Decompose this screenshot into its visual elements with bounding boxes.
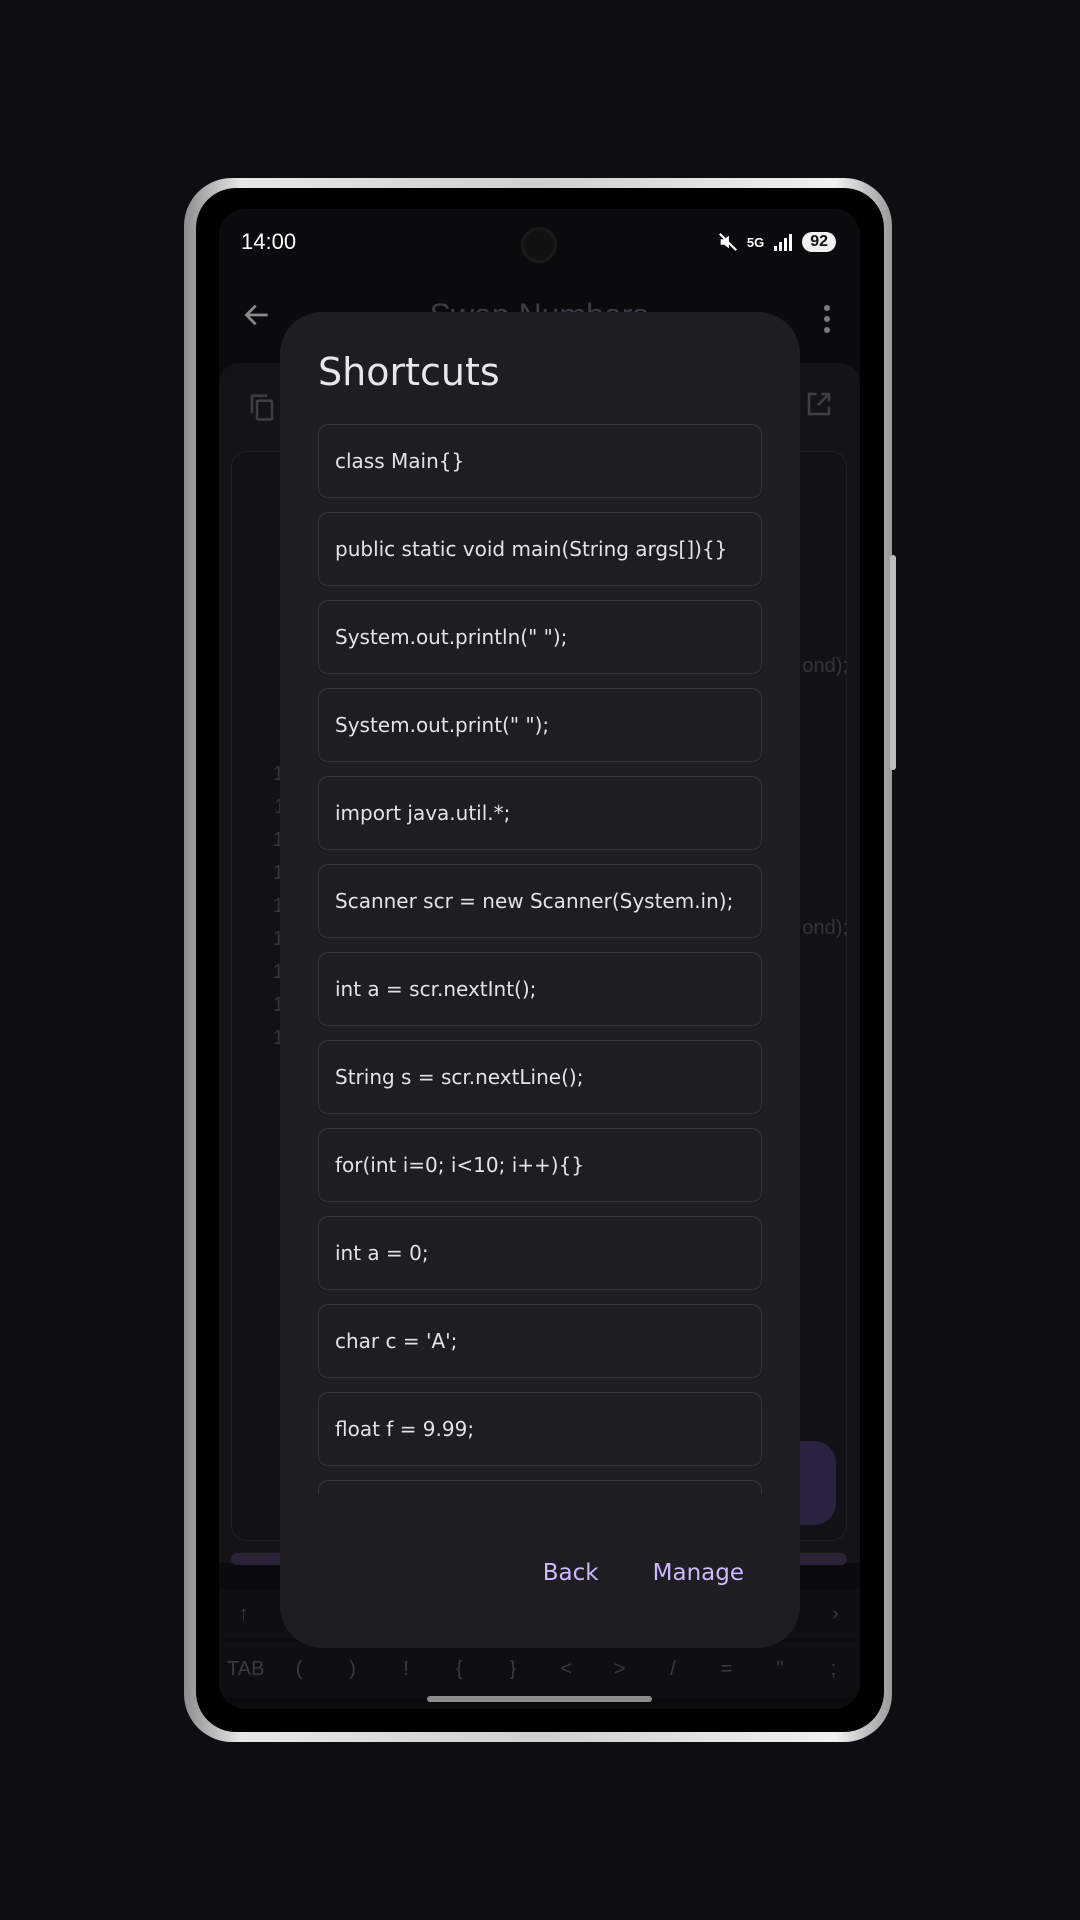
home-indicator[interactable] [427,1696,652,1702]
shortcut-item[interactable]: import java.util.*; [318,776,762,850]
shortcut-item[interactable]: System.out.print(" "); [318,688,762,762]
kbd-key[interactable]: ! [379,1658,432,1681]
code-fragment: ond); [802,917,848,939]
kbd-key[interactable]: ; [807,1658,860,1681]
more-menu-icon[interactable] [824,305,832,333]
code-fragment: ond); [802,655,848,677]
shortcut-item[interactable]: Scanner scr = new Scanner(System.in); [318,864,762,938]
shortcut-item[interactable]: System.out.println(" "); [318,600,762,674]
keyboard-row-2: TAB ( ) ! { } < > / = " ; [219,1641,860,1697]
shortcuts-dialog: Shortcuts class Main{} public static voi… [280,312,800,1648]
signal-icon [772,231,794,253]
shortcut-item[interactable]: class Main{} [318,424,762,498]
shortcut-item[interactable]: for(int i=0; i<10; i++){} [318,1128,762,1202]
5g-icon: 5G [746,234,765,250]
kbd-key[interactable]: " [753,1658,806,1681]
shortcut-item[interactable]: char c = 'A'; [318,1304,762,1378]
kbd-key[interactable]: › [811,1603,860,1626]
back-button[interactable]: Back [543,1560,599,1586]
kbd-key[interactable]: ) [326,1658,379,1681]
dialog-actions: Back Manage [543,1560,744,1586]
manage-button[interactable]: Manage [653,1560,744,1586]
shortcut-list[interactable]: class Main{} public static void main(Str… [318,424,762,1494]
shortcut-item-partial[interactable] [318,1480,762,1494]
shortcut-item[interactable]: float f = 9.99; [318,1392,762,1466]
kbd-key[interactable]: < [540,1658,593,1681]
battery-icon: 92 [802,232,836,252]
kbd-key[interactable]: = [700,1658,753,1681]
shortcut-item[interactable]: String s = scr.nextLine(); [318,1040,762,1114]
front-camera [521,227,557,263]
kbd-key-tab[interactable]: TAB [219,1658,272,1681]
back-arrow-icon[interactable] [241,299,277,335]
kbd-key[interactable]: / [646,1658,699,1681]
kbd-key[interactable]: } [486,1658,539,1681]
volume-button [890,555,896,770]
open-external-icon[interactable] [804,389,834,423]
dialog-title: Shortcuts [318,350,500,394]
mute-icon [717,231,739,253]
status-icons: 5G 92 [717,231,836,253]
shortcut-item[interactable]: public static void main(String args[]){} [318,512,762,586]
kbd-key[interactable]: ↑ [219,1603,268,1626]
status-time: 14:00 [241,229,297,254]
kbd-key[interactable]: { [433,1658,486,1681]
kbd-key[interactable]: > [593,1658,646,1681]
copy-icon[interactable] [247,391,277,427]
shortcut-item[interactable]: int a = scr.nextInt(); [318,952,762,1026]
kbd-key[interactable]: ( [272,1658,325,1681]
shortcut-item[interactable]: int a = 0; [318,1216,762,1290]
